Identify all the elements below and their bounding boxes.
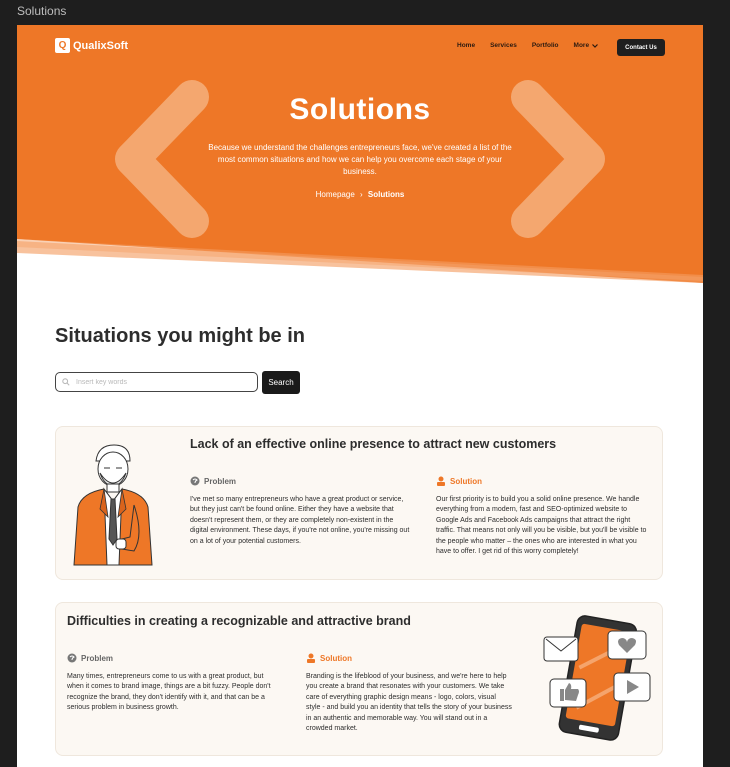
solution-label: Solution <box>320 653 352 663</box>
solution-heading: Solution <box>436 476 482 486</box>
problem-icon <box>190 476 200 486</box>
smartphone-social-illustration <box>543 615 651 741</box>
nav-home[interactable]: Home <box>457 42 475 49</box>
hero-title: Solutions <box>289 93 431 126</box>
solution-icon <box>437 476 445 486</box>
section-title: Situations you might be in <box>55 325 305 347</box>
search-bar: Search <box>55 371 300 394</box>
nav-portfolio[interactable]: Portfolio <box>532 42 559 49</box>
problem-icon <box>67 653 77 663</box>
solution-heading: Solution <box>306 653 352 663</box>
problem-label: Problem <box>204 476 237 486</box>
qualixsoft-logo-icon: Q <box>55 38 70 53</box>
hero: Q QualixSoft Home Services Portfolio Mor… <box>17 25 703 285</box>
chevron-down-icon <box>592 43 598 48</box>
search-button[interactable]: Search <box>262 371 300 394</box>
businessman-illustration <box>73 444 153 566</box>
logo[interactable]: Q QualixSoft <box>55 38 128 53</box>
main-nav: Home Services Portfolio More <box>457 42 613 49</box>
breadcrumb: Homepage › Solutions <box>17 190 703 199</box>
search-icon <box>62 378 70 386</box>
situation-card: Lack of an effective online presence to … <box>55 426 663 580</box>
situation-card: Difficulties in creating a recognizable … <box>55 602 663 756</box>
problem-heading: Problem <box>190 476 236 486</box>
solution-label: Solution <box>450 476 482 486</box>
frame-label: Solutions <box>17 4 67 18</box>
chevron-right-icon: › <box>360 190 363 199</box>
hero-description: Because we understand the challenges ent… <box>208 143 512 176</box>
search-input[interactable] <box>74 377 248 387</box>
logo-text: QualixSoft <box>73 39 129 52</box>
problem-text: I've met so many entrepreneurs who have … <box>190 496 410 545</box>
solution-text: Branding is the lifeblood of your busine… <box>306 673 512 733</box>
search-field <box>55 372 258 392</box>
nav-more-label: More <box>573 42 590 49</box>
page: Q QualixSoft Home Services Portfolio Mor… <box>17 25 703 767</box>
nav-services[interactable]: Services <box>490 42 517 49</box>
breadcrumb-current: Solutions <box>367 190 405 199</box>
card-title: Difficulties in creating a recognizable … <box>67 614 411 628</box>
breadcrumb-home[interactable]: Homepage <box>316 190 355 199</box>
nav-more[interactable]: More <box>574 42 599 49</box>
solution-text: Our first priority is to build you a sol… <box>436 496 647 556</box>
problem-heading: Problem <box>67 653 113 663</box>
solution-icon <box>307 653 315 663</box>
card-title: Lack of an effective online presence to … <box>190 437 557 451</box>
contact-us-button[interactable]: Contact Us <box>617 39 665 56</box>
problem-text: Many times, entrepreneurs come to us wit… <box>67 673 271 712</box>
problem-label: Problem <box>81 653 114 663</box>
